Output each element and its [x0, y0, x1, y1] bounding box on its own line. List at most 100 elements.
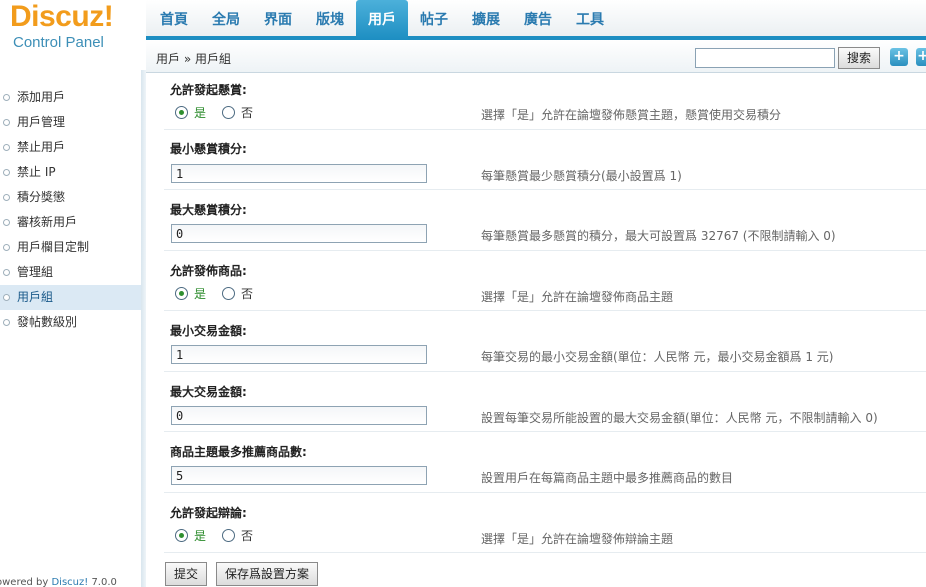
- bullet-icon: [3, 119, 10, 126]
- bullet-icon: [3, 244, 10, 251]
- bullet-icon: [3, 169, 10, 176]
- tab-interface[interactable]: 界面: [252, 0, 304, 40]
- setting-row-debate-allow: 允許發起辯論: 是 否 選擇「是」允許在論壇發佈辯論主題: [164, 493, 926, 553]
- setting-description: 每筆懸賞最多懸賞的積分，最大可設置爲 32767 (不限制請輸入 0): [481, 229, 836, 243]
- radio-yes[interactable]: [175, 106, 188, 119]
- reward-min-input[interactable]: [171, 164, 427, 183]
- trade-min-input[interactable]: [171, 345, 427, 364]
- radio-no[interactable]: [222, 529, 236, 542]
- sidebar-item-post-ranks[interactable]: 發帖數級別: [0, 310, 141, 335]
- radio-group-debate-allow: 是 否: [175, 527, 269, 544]
- breadcrumb: 用戶 » 用戶組: [156, 52, 231, 66]
- radio-yes[interactable]: [175, 287, 188, 300]
- sidebar-item-label: 用戶管理: [17, 115, 66, 129]
- setting-title: 最小懸賞積分:: [170, 142, 247, 156]
- setting-title: 允許發起懸賞:: [170, 83, 247, 97]
- tab-tools[interactable]: 工具: [564, 0, 616, 40]
- setting-title: 允許發起辯論:: [170, 506, 247, 520]
- add-shortcut-button-2[interactable]: +: [916, 48, 926, 66]
- submit-button[interactable]: 提交: [165, 562, 207, 586]
- sidebar-item-user-management[interactable]: 用戶管理: [0, 110, 141, 135]
- top-nav-tabs: 首頁 全局 界面 版塊 用戶 帖子 擴展 廣告 工具: [148, 0, 616, 40]
- sidebar-item-label: 積分獎懲: [17, 190, 66, 204]
- setting-title: 商品主題最多推薦商品數:: [170, 445, 307, 459]
- setting-description: 選擇「是」允許在論壇發佈商品主題: [481, 290, 674, 304]
- setting-title: 允許發佈商品:: [170, 264, 247, 278]
- radio-group-trade-allow: 是 否: [175, 285, 269, 302]
- bullet-icon: [3, 269, 10, 276]
- setting-description: 設置每筆交易所能設置的最大交易金額(單位：人民幣 元，不限制請輸入 0): [481, 411, 878, 425]
- logo[interactable]: Discuz! Control Panel: [0, 0, 146, 70]
- radio-yes[interactable]: [175, 529, 188, 542]
- bullet-icon: [3, 294, 10, 301]
- logo-subtitle: Control Panel: [13, 34, 104, 51]
- sidebar: 添加用戶 用戶管理 禁止用戶 禁止 IP 積分獎懲 審核新用戶 用戶欄目定制 管…: [0, 70, 141, 587]
- sidebar-item-user-groups[interactable]: 用戶組: [0, 285, 141, 310]
- bullet-icon: [3, 194, 10, 201]
- page: Discuz! Control Panel 首頁 全局 界面 版塊 用戶 帖子 …: [0, 0, 926, 587]
- radio-yes-label[interactable]: 是: [194, 104, 206, 121]
- sidebar-item-label: 發帖數級別: [17, 315, 78, 329]
- sidebar-item-label: 添加用戶: [17, 90, 66, 104]
- save-scheme-button[interactable]: 保存爲設置方案: [216, 562, 318, 586]
- tab-forums[interactable]: 版塊: [304, 0, 356, 40]
- sidebar-item-label: 用戶組: [17, 290, 54, 304]
- radio-no[interactable]: [222, 106, 236, 119]
- setting-title: 最大懸賞積分:: [170, 203, 247, 217]
- setting-title: 最大交易金額:: [170, 385, 247, 399]
- setting-row-trade-min: 最小交易金額: 每筆交易的最小交易金額(單位：人民幣 元，最小交易金額爲 1 元…: [164, 311, 926, 372]
- radio-no[interactable]: [222, 287, 236, 300]
- setting-row-trade-max: 最大交易金額: 設置每筆交易所能設置的最大交易金額(單位：人民幣 元，不限制請輸…: [164, 372, 926, 432]
- logo-wordmark: Discuz!: [10, 0, 114, 33]
- sidebar-item-label: 管理組: [17, 265, 54, 279]
- setting-description: 每筆懸賞最少懸賞積分(最小設置爲 1): [481, 169, 682, 183]
- tab-ads[interactable]: 廣告: [512, 0, 564, 40]
- tab-extensions[interactable]: 擴展: [460, 0, 512, 40]
- bullet-icon: [3, 319, 10, 326]
- sidebar-menu: 添加用戶 用戶管理 禁止用戶 禁止 IP 積分獎懲 審核新用戶 用戶欄目定制 管…: [0, 85, 141, 335]
- sidebar-item-add-user[interactable]: 添加用戶: [0, 85, 141, 110]
- tab-users[interactable]: 用戶: [356, 0, 408, 40]
- sidebar-item-label: 禁止用戶: [17, 140, 66, 154]
- trade-stick-input[interactable]: [171, 466, 427, 485]
- radio-yes-label[interactable]: 是: [194, 527, 206, 544]
- setting-description: 選擇「是」允許在論壇發佈辯論主題: [481, 532, 674, 546]
- breadcrumb-bar: 用戶 » 用戶組 搜索 + +: [146, 40, 926, 73]
- setting-row-reward-max: 最大懸賞積分: 每筆懸賞最多懸賞的積分，最大可設置爲 32767 (不限制請輸入…: [164, 190, 926, 251]
- setting-description: 每筆交易的最小交易金額(單位：人民幣 元，最小交易金額爲 1 元): [481, 350, 834, 364]
- powered-by: owered by Discuz! 7.0.0: [0, 577, 117, 587]
- sidebar-divider: [141, 70, 146, 587]
- setting-description: 設置用戶在每篇商品主題中最多推薦商品的數目: [481, 471, 734, 485]
- bullet-icon: [3, 94, 10, 101]
- powered-by-link[interactable]: Discuz!: [51, 577, 88, 587]
- radio-group-reward-allow: 是 否: [175, 104, 269, 121]
- tab-global[interactable]: 全局: [200, 0, 252, 40]
- add-shortcut-button[interactable]: +: [890, 48, 908, 66]
- setting-row-reward-allow: 允許發起懸賞: 是 否 選擇「是」允許在論壇發佈懸賞主題，懸賞使用交易積分: [164, 73, 926, 130]
- sidebar-item-label: 用戶欄目定制: [17, 240, 90, 254]
- setting-row-trade-stick: 商品主題最多推薦商品數: 設置用戶在每篇商品主題中最多推薦商品的數目: [164, 432, 926, 493]
- radio-no-label[interactable]: 否: [241, 527, 253, 544]
- sidebar-item-credits[interactable]: 積分獎懲: [0, 185, 141, 210]
- setting-title: 最小交易金額:: [170, 324, 247, 338]
- search-input[interactable]: [695, 48, 835, 68]
- tab-home[interactable]: 首頁: [148, 0, 200, 40]
- sidebar-item-profile-fields[interactable]: 用戶欄目定制: [0, 235, 141, 260]
- sidebar-item-ban-user[interactable]: 禁止用戶: [0, 135, 141, 160]
- sidebar-item-label: 審核新用戶: [17, 215, 78, 229]
- sidebar-item-admin-groups[interactable]: 管理組: [0, 260, 141, 285]
- reward-max-input[interactable]: [171, 224, 427, 243]
- search-button[interactable]: 搜索: [838, 47, 880, 69]
- bullet-icon: [3, 144, 10, 151]
- bullet-icon: [3, 219, 10, 226]
- sidebar-item-ban-ip[interactable]: 禁止 IP: [0, 160, 141, 185]
- radio-no-label[interactable]: 否: [241, 104, 253, 121]
- radio-yes-label[interactable]: 是: [194, 285, 206, 302]
- setting-row-reward-min: 最小懸賞積分: 每筆懸賞最少懸賞積分(最小設置爲 1): [164, 130, 926, 190]
- sidebar-item-label: 禁止 IP: [17, 165, 56, 179]
- radio-no-label[interactable]: 否: [241, 285, 253, 302]
- trade-max-input[interactable]: [171, 406, 427, 425]
- setting-row-trade-allow: 允許發佈商品: 是 否 選擇「是」允許在論壇發佈商品主題: [164, 251, 926, 311]
- tab-posts[interactable]: 帖子: [408, 0, 460, 40]
- sidebar-item-moderate-users[interactable]: 審核新用戶: [0, 210, 141, 235]
